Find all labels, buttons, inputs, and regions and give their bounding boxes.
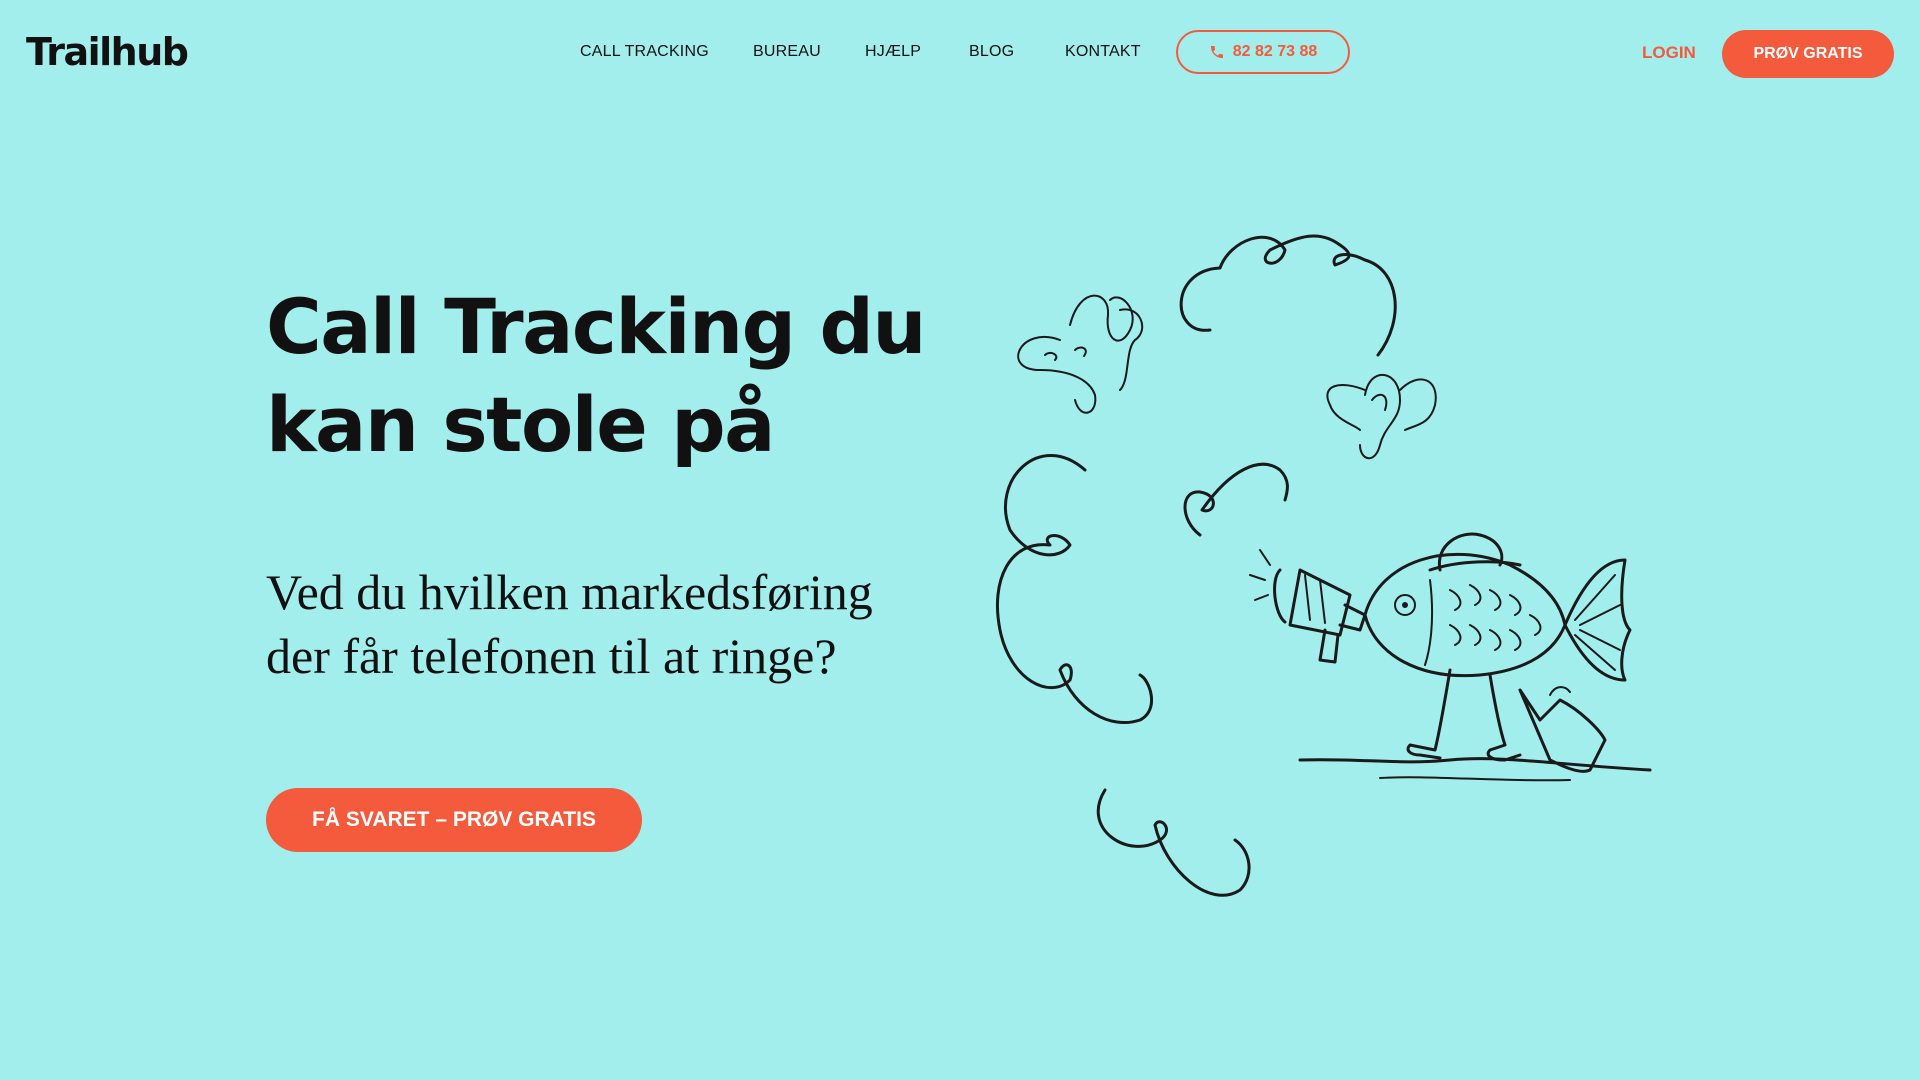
nav-item-bureau[interactable]: BUREAU (753, 43, 821, 61)
nav-item-kontakt[interactable]: KONTAKT (1065, 43, 1141, 61)
nav-item-call-tracking[interactable]: CALL TRACKING (580, 43, 709, 61)
trailhub-logo[interactable]: Trailhub (26, 30, 189, 74)
hero-subtitle-line-1: Ved du hvilken markedsføring (266, 564, 873, 620)
phone-number: 82 82 73 88 (1232, 43, 1318, 60)
login-link[interactable]: LOGIN (1642, 43, 1696, 63)
ground-line-2-icon (1379, 776, 1571, 782)
cloud-bottom-icon (1096, 788, 1251, 897)
try-free-button[interactable]: PRØV GRATIS (1722, 30, 1894, 78)
wing-left-icon (1017, 294, 1144, 414)
nav-item-blog[interactable]: BLOG (969, 43, 1014, 61)
flying-ear-icon (1326, 374, 1437, 460)
cloud-top-icon (1179, 234, 1397, 357)
hero-subtitle: Ved du hvilken markedsføring der får tel… (266, 560, 986, 688)
get-answer-cta-button[interactable]: FÅ SVARET – PRØV GRATIS (266, 788, 642, 852)
nav-item-hjaelp[interactable]: HJÆLP (865, 43, 921, 61)
cloud-middle-icon (1183, 462, 1289, 537)
ground-line-icon (1298, 757, 1652, 772)
phone-icon (1210, 46, 1223, 58)
hero-title: Call Tracking du kan stole på (266, 278, 966, 474)
cloud-left-icon (995, 454, 1154, 725)
fish-with-megaphone-icon (995, 234, 1652, 897)
landing-page: Trailhub CALL TRACKING BUREAU HJÆLP BLOG… (0, 0, 1920, 1080)
hero-illustration (980, 230, 1680, 910)
hero-subtitle-line-2: der får telefonen til at ringe? (266, 628, 837, 684)
fish-icon (1363, 532, 1632, 773)
megaphone-icon (1249, 549, 1367, 664)
hero-title-line-2: kan stole på (266, 380, 775, 469)
hero-title-line-1: Call Tracking du (266, 282, 927, 371)
phone-button[interactable]: 82 82 73 88 (1176, 30, 1350, 74)
